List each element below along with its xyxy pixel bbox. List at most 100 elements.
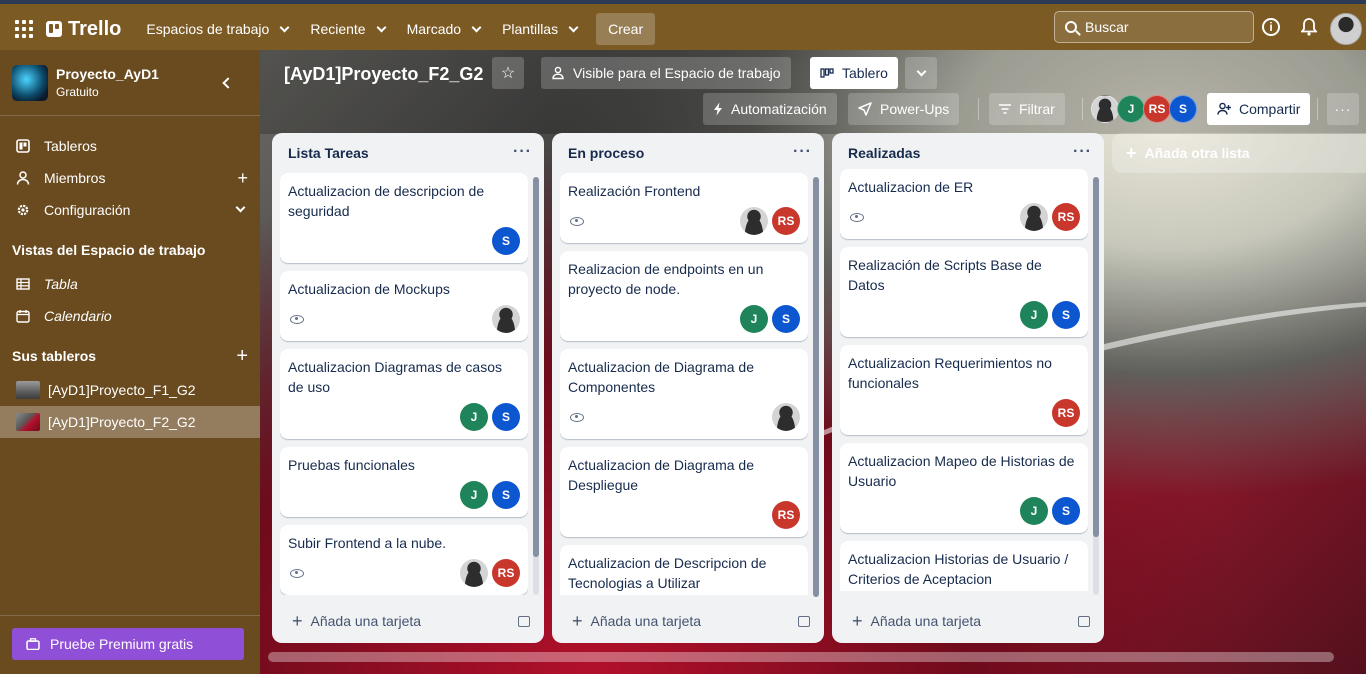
main-nav: Espacios de trabajo Reciente Marcado Pla…: [137, 13, 586, 45]
board-menu-button[interactable]: ···: [1327, 93, 1359, 125]
card-title: Actualizacion Diagramas de casos de uso: [288, 359, 502, 395]
search-input[interactable]: [1085, 19, 1235, 35]
trello-logo-icon: [46, 21, 62, 37]
board-view-button[interactable]: Tablero: [810, 57, 898, 89]
list-scrollbar[interactable]: [533, 177, 539, 595]
member-avatar[interactable]: [1020, 203, 1048, 231]
task-card[interactable]: Actualizacion de ER RS: [840, 169, 1088, 239]
list-menu-icon[interactable]: ···: [513, 143, 532, 161]
task-card[interactable]: Subir Frontend a la nube. RS: [280, 525, 528, 595]
task-card[interactable]: Actualizacion Historias de Usuario / Cri…: [840, 541, 1088, 591]
member-avatar[interactable]: S: [772, 305, 800, 333]
add-card-button[interactable]: + Añada una tarjeta: [840, 605, 1096, 637]
card-template-icon[interactable]: [798, 615, 810, 627]
member-avatar[interactable]: RS: [772, 501, 800, 529]
sidebar-board-f1[interactable]: [AyD1]Proyecto_F1_G2: [0, 374, 260, 406]
member-avatar[interactable]: [740, 207, 768, 235]
member-avatar[interactable]: [492, 305, 520, 333]
app-switcher-icon[interactable]: [12, 17, 36, 41]
member-avatar[interactable]: J: [1020, 301, 1048, 329]
member-avatar[interactable]: S: [492, 403, 520, 431]
list-menu-icon[interactable]: ···: [1073, 143, 1092, 161]
member-avatar[interactable]: RS: [492, 559, 520, 587]
switch-view-button[interactable]: [905, 57, 937, 89]
member-avatar[interactable]: S: [1052, 497, 1080, 525]
share-label: Compartir: [1239, 101, 1301, 117]
star-board-button[interactable]: ☆: [492, 57, 524, 89]
notifications-bell-icon[interactable]: [1298, 16, 1320, 38]
member-avatar[interactable]: J: [1020, 497, 1048, 525]
info-icon[interactable]: i: [1262, 18, 1280, 36]
sidebar-board-f2[interactable]: [AyD1]Proyecto_F2_G2: [0, 406, 260, 438]
card-title: Actualizacion de Diagrama de Componentes: [568, 359, 754, 395]
sidebar-item-table-view[interactable]: Tabla: [0, 268, 260, 300]
card-template-icon[interactable]: [518, 615, 530, 627]
list-menu-icon[interactable]: ···: [793, 143, 812, 161]
member-avatar[interactable]: S: [492, 227, 520, 255]
task-card[interactable]: Actualizacion de descripcion de segurida…: [280, 173, 528, 263]
task-card[interactable]: Actualizacion de Diagrama de Componentes: [560, 349, 808, 439]
add-list-button[interactable]: + Añada otra lista: [1112, 133, 1366, 173]
add-member-icon[interactable]: +: [237, 168, 248, 189]
filter-button[interactable]: Filtrar: [989, 93, 1065, 125]
add-card-button[interactable]: + Añada una tarjeta: [560, 605, 816, 637]
power-ups-button[interactable]: Power-Ups: [848, 93, 960, 125]
sidebar-item-label: Tabla: [44, 276, 78, 292]
task-card[interactable]: Realizacion de endpoints en un proyecto …: [560, 251, 808, 341]
sidebar-item-boards[interactable]: Tableros: [0, 130, 260, 162]
task-card[interactable]: Actualizacion de Descripcion de Tecnolog…: [560, 545, 808, 595]
sidebar-board-label: [AyD1]Proyecto_F1_G2: [48, 382, 196, 398]
search-box[interactable]: [1054, 11, 1254, 43]
watching-eye-icon: [290, 568, 304, 578]
list-scrollbar[interactable]: [1093, 177, 1099, 595]
list-scrollbar[interactable]: [813, 177, 819, 597]
member-avatar[interactable]: RS: [1143, 95, 1171, 123]
card-template-icon[interactable]: [1078, 615, 1090, 627]
sidebar-item-settings[interactable]: Configuración: [0, 194, 260, 226]
board-title[interactable]: [AyD1]Proyecto_F2_G2: [284, 64, 483, 85]
member-avatar[interactable]: RS: [772, 207, 800, 235]
card-title: Actualizacion de Descripcion de Tecnolog…: [568, 555, 767, 591]
member-avatar[interactable]: RS: [1052, 399, 1080, 427]
automation-button[interactable]: Automatización: [703, 93, 837, 125]
account-avatar[interactable]: [1330, 13, 1362, 45]
sidebar-item-calendar-view[interactable]: Calendario: [0, 300, 260, 332]
create-button[interactable]: Crear: [596, 13, 656, 45]
member-avatar[interactable]: RS: [1052, 203, 1080, 231]
list-header[interactable]: En proceso ···: [552, 133, 824, 173]
task-card[interactable]: Actualizacion de Diagrama de Despliegue R…: [560, 447, 808, 537]
task-card[interactable]: Realización Frontend RS: [560, 173, 808, 243]
nav-starred-menu[interactable]: Marcado: [398, 13, 489, 45]
member-avatar[interactable]: J: [740, 305, 768, 333]
card-title: Actualizacion de descripcion de segurida…: [288, 183, 485, 219]
nav-recent-menu[interactable]: Reciente: [301, 13, 393, 45]
sidebar-item-members[interactable]: Miembros +: [0, 162, 260, 194]
member-avatar[interactable]: S: [492, 481, 520, 509]
collapse-sidebar-icon[interactable]: [222, 76, 234, 89]
horizontal-scrollbar[interactable]: [268, 652, 1334, 662]
nav-templates-menu[interactable]: Plantillas: [493, 13, 586, 45]
task-card[interactable]: Realización de Scripts Base de Datos J S: [840, 247, 1088, 337]
task-card[interactable]: Actualizacion de Mockups: [280, 271, 528, 341]
member-avatar[interactable]: S: [1052, 301, 1080, 329]
task-card[interactable]: Pruebas funcionales J S: [280, 447, 528, 517]
visibility-button[interactable]: Visible para el Espacio de trabajo: [541, 57, 791, 89]
trello-logo[interactable]: Trello: [46, 18, 121, 41]
task-card[interactable]: Actualizacion Diagramas de casos de uso J…: [280, 349, 528, 439]
list-header[interactable]: Realizadas ···: [832, 133, 1104, 173]
add-card-button[interactable]: + Añada una tarjeta: [280, 605, 536, 637]
list-header[interactable]: Lista Tareas ···: [272, 133, 544, 173]
add-board-icon[interactable]: +: [236, 345, 248, 368]
member-avatar[interactable]: [460, 559, 488, 587]
try-premium-button[interactable]: Pruebe Premium gratis: [12, 628, 244, 660]
task-card[interactable]: Actualizacion Requerimientos no funciona…: [840, 345, 1088, 435]
share-button[interactable]: Compartir: [1207, 93, 1311, 125]
member-avatar[interactable]: J: [1117, 95, 1145, 123]
task-card[interactable]: Actualizacion Mapeo de Historias de Usua…: [840, 443, 1088, 533]
member-avatar[interactable]: J: [460, 481, 488, 509]
member-avatar[interactable]: J: [460, 403, 488, 431]
member-avatar[interactable]: [772, 403, 800, 431]
member-avatar[interactable]: S: [1169, 95, 1197, 123]
member-avatar[interactable]: [1091, 95, 1119, 123]
nav-workspaces-menu[interactable]: Espacios de trabajo: [137, 13, 297, 45]
